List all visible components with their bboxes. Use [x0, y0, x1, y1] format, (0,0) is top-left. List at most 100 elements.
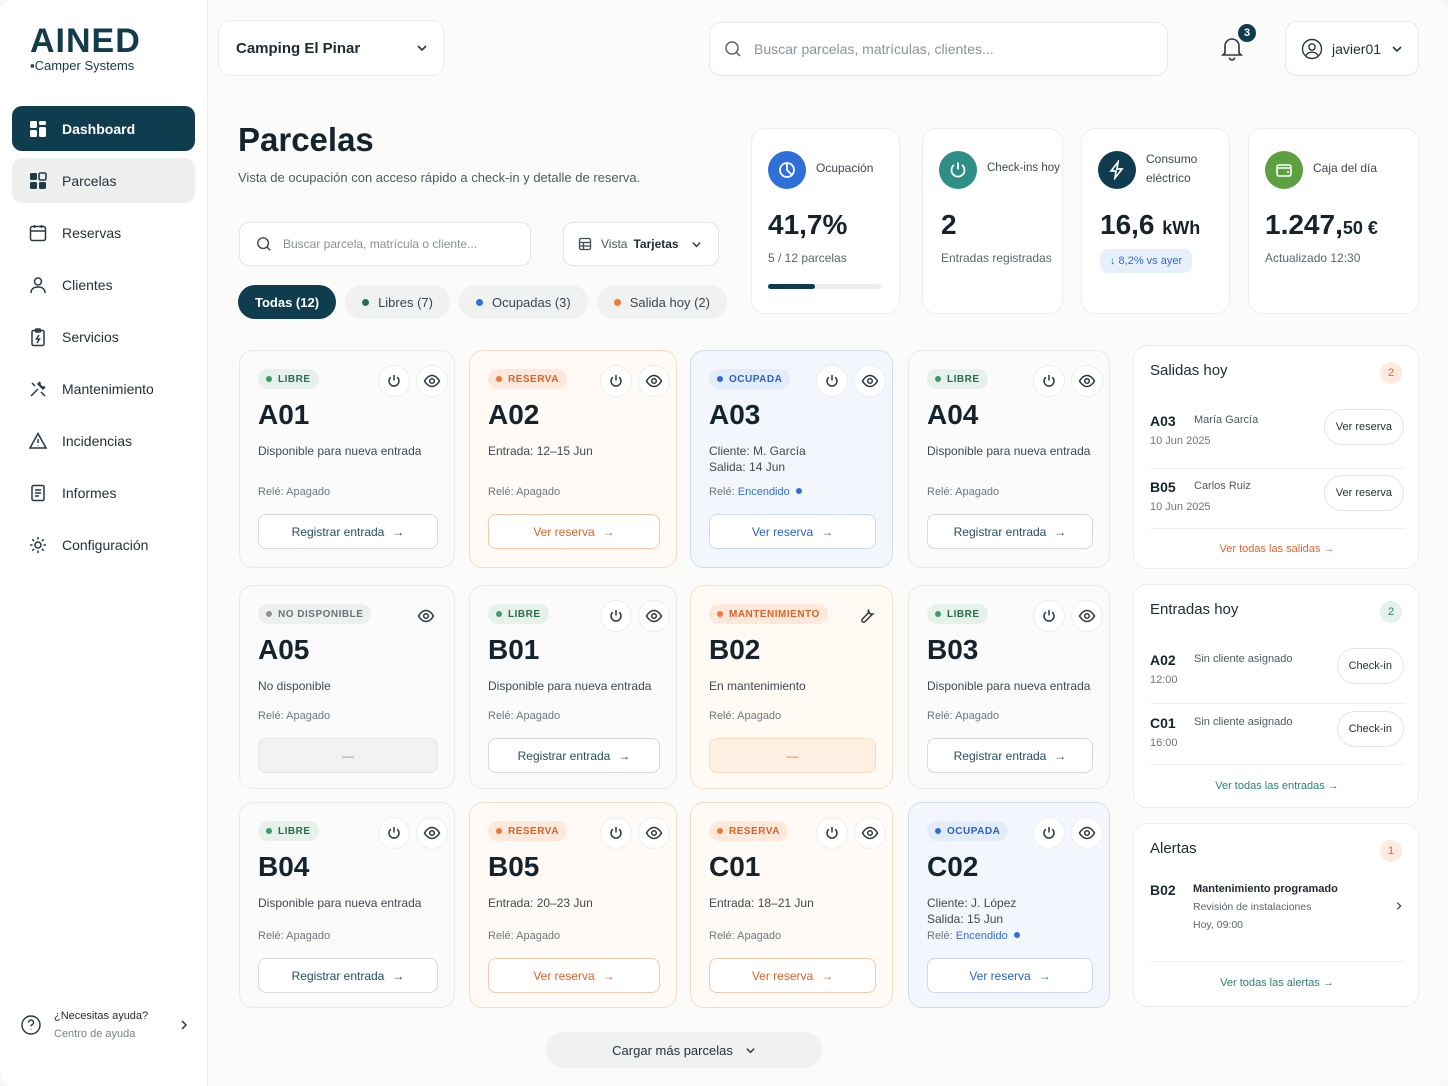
- ver-salidas-link[interactable]: Ver todas las salidas →: [1134, 543, 1420, 555]
- sidebar-item-informes[interactable]: Informes: [12, 470, 195, 515]
- load-more-button[interactable]: Cargar más parcelas: [546, 1032, 822, 1068]
- eye-icon[interactable]: [1071, 817, 1103, 849]
- chip-libres[interactable]: Libres (7): [345, 285, 450, 319]
- parcel-action-button[interactable]: Ver reserva →: [709, 514, 876, 549]
- eye-icon[interactable]: [416, 817, 448, 849]
- eye-icon[interactable]: [854, 365, 886, 397]
- stat-value: 41,7%: [768, 209, 848, 240]
- sidebar-item-configuracion[interactable]: Configuración: [12, 522, 195, 567]
- row-date: 16:00: [1150, 737, 1178, 749]
- sidebar-item-clientes[interactable]: Clientes: [12, 262, 195, 307]
- eye-icon[interactable]: [854, 817, 886, 849]
- chip-salida-hoy[interactable]: Salida hoy (2): [596, 285, 727, 319]
- power-icon[interactable]: [378, 365, 410, 397]
- global-search-input[interactable]: Buscar parcelas, matrículas, clientes...: [709, 22, 1168, 76]
- chevron-down-icon: [691, 241, 701, 247]
- panel-title: Entradas hoy: [1150, 601, 1239, 618]
- sidebar-item-mantenimiento[interactable]: Mantenimiento: [12, 366, 195, 411]
- help-link[interactable]: ¿Necesitas ayuda? Centro de ayuda: [12, 1000, 195, 1050]
- global-search-placeholder: Buscar parcelas, matrículas, clientes...: [754, 41, 994, 57]
- parcel-card-c01[interactable]: RESERVA C01 Entrada: 18–21 Jun Relé: Apagad…: [690, 802, 893, 1008]
- parcel-action-button[interactable]: —: [258, 738, 438, 773]
- parcel-action-button[interactable]: Registrar entrada →: [927, 738, 1093, 773]
- parcel-exit: Salida: 14 Jun: [709, 460, 786, 474]
- sidebar-item-parcelas[interactable]: Parcelas: [12, 158, 195, 203]
- parcel-card-b01[interactable]: LIBRE B01 Disponible para nueva entrada Rel…: [469, 585, 677, 789]
- power-icon[interactable]: [1033, 600, 1065, 632]
- power-icon[interactable]: [600, 600, 632, 632]
- power-icon[interactable]: [378, 817, 410, 849]
- parcel-id: A02: [488, 399, 540, 430]
- parcel-action-button[interactable]: Registrar entrada →: [927, 514, 1093, 549]
- parcel-card-b05[interactable]: RESERVA B05 Entrada: 20–23 Jun Relé: Apagad…: [469, 802, 677, 1008]
- row-name: Sin cliente asignado: [1194, 653, 1293, 665]
- status-label: MANTENIMIENTO: [729, 608, 820, 620]
- ver-alertas-link[interactable]: Ver todas las alertas →: [1134, 977, 1420, 989]
- power-icon[interactable]: [816, 365, 848, 397]
- action-label: Registrar entrada: [291, 524, 385, 539]
- eye-icon[interactable]: [416, 365, 448, 397]
- parcel-card-b02[interactable]: MANTENIMIENTO B02 En mantenimiento Relé: Ap…: [690, 585, 893, 789]
- arrow-right-icon: →: [1323, 543, 1335, 555]
- relay-dot: [795, 488, 802, 494]
- parcel-action-button[interactable]: Ver reserva →: [488, 514, 660, 549]
- chip-ocupadas[interactable]: Ocupadas (3): [458, 285, 588, 319]
- sidebar-item-dashboard[interactable]: Dashboard: [12, 106, 195, 151]
- ver-reserva-button[interactable]: Ver reserva: [1323, 475, 1404, 511]
- chip-label: Ocupadas (3): [491, 294, 571, 310]
- parcel-card-b03[interactable]: LIBRE B03 Disponible para nueva entrada Rel…: [908, 585, 1110, 789]
- parcel-action-button[interactable]: Registrar entrada →: [258, 958, 438, 993]
- view-value: Tarjetas: [633, 237, 679, 251]
- alert-item[interactable]: B02 Mantenimiento programado Revisión de…: [1150, 880, 1404, 962]
- parcel-desc: Entrada: 12–15 Jun: [488, 444, 593, 458]
- eye-icon[interactable]: [638, 365, 670, 397]
- link-label: Ver todas las salidas: [1219, 543, 1321, 555]
- parcel-relay: Relé: Apagado: [927, 486, 1000, 498]
- panel-count: 2: [1380, 362, 1402, 384]
- power-icon[interactable]: [816, 817, 848, 849]
- list-item: B05 Carlos Ruiz 10 Jun 2025 Ver reserva: [1150, 473, 1404, 529]
- sidebar-item-servicios[interactable]: Servicios: [12, 314, 195, 359]
- parcel-card-a02[interactable]: RESERVA A02 Entrada: 12–15 Jun Relé: Apagad…: [469, 350, 677, 568]
- ver-reserva-button[interactable]: Ver reserva: [1323, 409, 1404, 445]
- power-icon[interactable]: [600, 365, 632, 397]
- sidebar-item-incidencias[interactable]: Incidencias: [12, 418, 195, 463]
- parcel-action-button[interactable]: —: [709, 738, 876, 773]
- parcel-action-button[interactable]: Ver reserva →: [709, 958, 876, 993]
- eye-icon[interactable]: [1071, 600, 1103, 632]
- chip-todas[interactable]: Todas (12): [238, 285, 337, 319]
- eye-icon[interactable]: [1071, 365, 1103, 397]
- power-icon[interactable]: [1033, 817, 1065, 849]
- stat-label: Check-ins hoy: [987, 162, 1060, 174]
- parcel-id: B03: [927, 634, 979, 665]
- power-icon[interactable]: [1033, 365, 1065, 397]
- check-in-button[interactable]: Check-in: [1336, 648, 1404, 684]
- alertas-panel: Alertas 1 B02 Mantenimiento programado R…: [1133, 823, 1419, 1007]
- wrench-icon[interactable]: [850, 600, 882, 632]
- parcel-relay: Relé: Apagado: [488, 486, 561, 498]
- parcel-action-button[interactable]: Ver reserva →: [488, 958, 660, 993]
- parcel-card-c02[interactable]: OCUPADA C02 Cliente: J. López Salida: 15 Ju…: [908, 802, 1110, 1008]
- user-menu[interactable]: javier01: [1285, 21, 1419, 76]
- camping-selector[interactable]: Camping El Pinar: [218, 20, 444, 76]
- check-in-button[interactable]: Check-in: [1336, 711, 1404, 747]
- eye-icon[interactable]: [410, 600, 442, 632]
- eye-icon[interactable]: [638, 600, 670, 632]
- view-selector[interactable]: Vista Tarjetas: [563, 222, 719, 266]
- ver-entradas-link[interactable]: Ver todas las entradas →: [1134, 780, 1420, 792]
- parcel-card-a05[interactable]: NO DISPONIBLE A05 No disponible Relé: Apaga…: [239, 585, 455, 789]
- parcel-card-b04[interactable]: LIBRE B04 Disponible para nueva entrada Rel…: [239, 802, 455, 1008]
- stat-label: Ocupación: [816, 161, 874, 175]
- parcel-action-button[interactable]: Registrar entrada →: [488, 738, 660, 773]
- eye-icon[interactable]: [638, 817, 670, 849]
- parcel-id: B04: [258, 851, 310, 882]
- parcel-card-a03[interactable]: OCUPADA A03 Cliente: M. García Salida: 14 J…: [690, 350, 893, 568]
- chevron-down-icon: [417, 45, 427, 52]
- sidebar-item-reservas[interactable]: Reservas: [12, 210, 195, 255]
- parcel-action-button[interactable]: Ver reserva →: [927, 958, 1093, 993]
- parcel-card-a01[interactable]: LIBRE A01 Disponible para nueva entrada Rel…: [239, 350, 455, 568]
- parcel-action-button[interactable]: Registrar entrada →: [258, 514, 438, 549]
- parcel-search-input[interactable]: Buscar parcela, matrícula o cliente...: [239, 222, 531, 266]
- parcel-card-a04[interactable]: LIBRE A04 Disponible para nueva entrada Rel…: [908, 350, 1110, 568]
- power-icon[interactable]: [600, 817, 632, 849]
